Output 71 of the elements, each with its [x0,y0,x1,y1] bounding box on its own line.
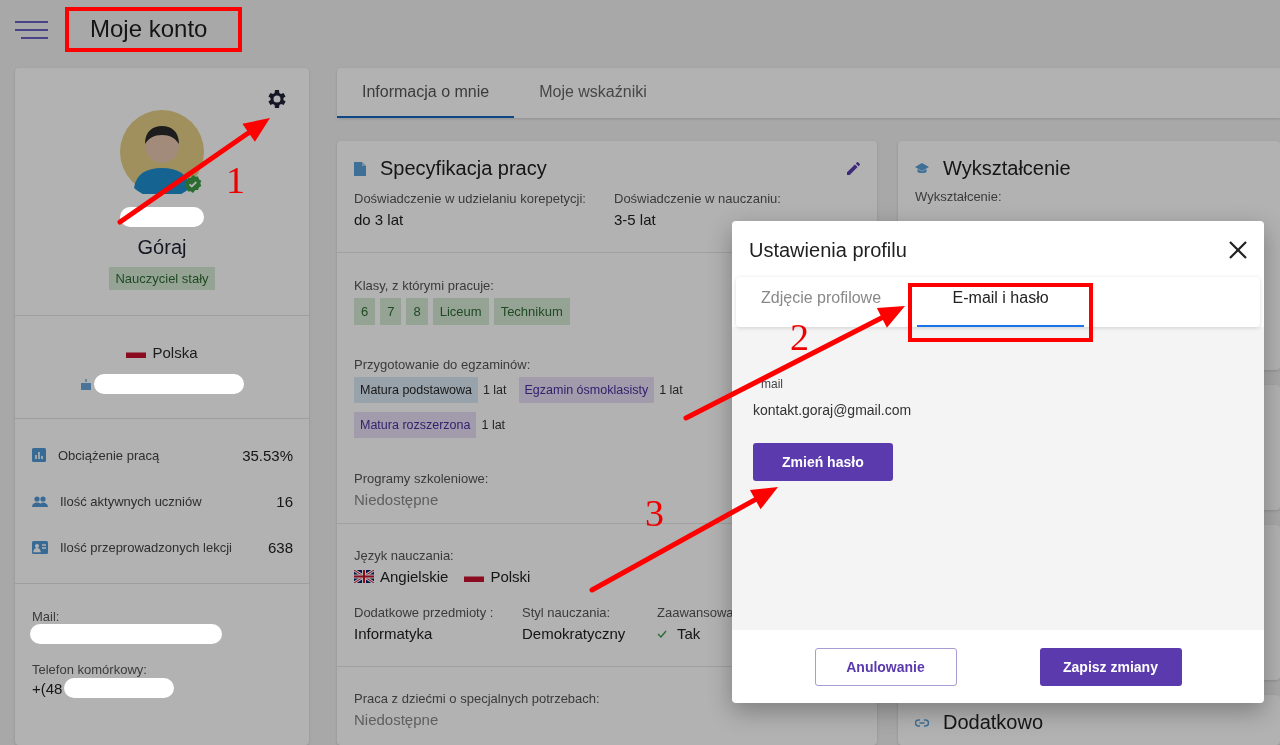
graduation-cap-icon [915,163,929,174]
tab[interactable]: Informacja o mnie [337,68,515,118]
tab[interactable]: Moje wskaźniki [514,68,672,118]
teacher-name: Góraj [137,236,187,259]
stat-value: 16 [276,492,293,510]
field-value: Niedostępne [354,491,439,508]
chart-icon [32,448,46,462]
field-label: Klasy, z którymi pracuje: [354,278,494,293]
exam-duration: 1 lat [482,383,507,397]
phone-label: Telefon komórkowy: [32,662,147,677]
stat-value: 35.53% [242,446,293,464]
dialog-title: Ustawienia profilu [749,238,907,262]
field-label: mail [761,377,783,391]
field-label: Przygotowanie do egzaminów: [354,357,531,372]
field-label: Programy szkoleniowe: [354,471,489,486]
card-title: Specyfikacja pracy [380,157,547,180]
field-label: Wykształcenie: [914,188,1003,204]
field-label: Styl nauczania: [522,605,611,620]
mail-label: Mail: [32,609,60,624]
cancel-button[interactable]: Anulowanie [814,647,957,686]
cake-icon [80,378,92,390]
phone-value: +(48 [32,679,63,697]
field-value: Demokratyczny [522,625,626,642]
stat-label: Ilość aktywnych uczniów [60,493,203,509]
link-icon [915,718,929,727]
class-tag: 6 [354,298,376,325]
stat-label: Obciążenie pracą [58,447,161,463]
language-label: Polski [490,568,531,585]
exam-duration: 1 lat [659,383,683,397]
change-password-button[interactable]: Zmień hasło [753,443,893,481]
step-number: 1 [226,159,245,201]
field-label: Doświadczenie w udzielaniu korepetycji: [354,191,586,206]
class-tag: Liceum [432,298,489,325]
document-icon [354,161,366,176]
field-value: Niedostępne [354,711,439,728]
country-label: Polska [152,344,198,361]
verified-icon [184,175,202,193]
field-label: Zaawansowa [657,605,734,620]
stat-label: Ilość przeprowadzonych lekcji [60,539,233,555]
field-value: Tak [677,625,701,642]
edit-icon [847,162,860,175]
card-title: Dodatkowo [943,711,1044,734]
language-label: Angielskie [380,568,449,585]
close-icon [1228,240,1248,260]
exam-tag: Egzamin ósmoklasisty [518,377,655,403]
field-label: Język nauczania: [354,548,454,563]
stat-value: 638 [267,538,293,556]
role-badge: Nauczyciel stały [109,267,215,290]
avatar-icon [120,110,204,194]
field-value: Informatyka [354,625,433,642]
save-button[interactable]: Zapisz zmiany [1039,647,1182,686]
field-value: do 3 lat [354,211,404,228]
exam-duration: 1 lat [481,418,506,432]
field-label: Praca z dziećmi o specjalnych potrzebach: [354,691,600,706]
email-value: kontakt.goraj@gmail.com [753,402,912,418]
field-label: Dodatkowe przedmioty : [354,605,494,620]
id-card-icon [32,540,48,554]
field-label: Doświadczenie w nauczaniu: [614,191,781,206]
people-icon [32,495,48,507]
menu-icon [15,20,48,40]
close-button[interactable] [1228,240,1248,260]
class-tag: Technikum [493,298,570,325]
exam-tag: Matura podstawowa [354,377,478,403]
step-number: 3 [645,492,664,534]
field-value: 3-5 lat [614,211,656,228]
card-title: Wykształcenie [943,157,1071,180]
flag-icon [354,570,374,583]
class-tag: 8 [406,298,428,325]
class-tag: 7 [380,298,402,325]
exam-tag: Matura rozszerzona [354,412,477,438]
page-title: Moje konto [90,15,208,43]
